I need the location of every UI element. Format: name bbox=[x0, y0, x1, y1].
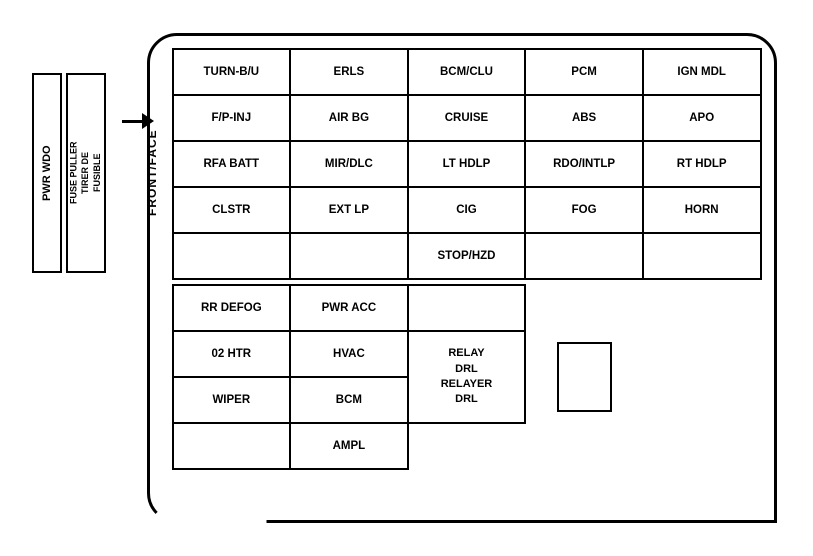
diagram-container: PWR WDO FUSE PULLERTIRER DEFUSIBLE FRONT… bbox=[17, 13, 797, 543]
table-row: RR DEFOG PWR ACC bbox=[173, 285, 761, 331]
cell-pwr-acc: PWR ACC bbox=[290, 285, 408, 331]
cell-stop-hzd: STOP/HZD bbox=[408, 233, 526, 279]
cell-bcm: BCM bbox=[290, 377, 408, 423]
small-fuse-box bbox=[557, 342, 612, 412]
cell-02-htr: 02 HTR bbox=[173, 331, 291, 377]
cell-fp-inj: F/P-INJ bbox=[173, 95, 291, 141]
cell-apo: APO bbox=[643, 95, 761, 141]
cell-empty-5 bbox=[408, 285, 526, 331]
cell-empty-9 bbox=[643, 377, 761, 423]
cell-horn: HORN bbox=[643, 187, 761, 233]
cell-rdo-intlp: RDO/INTLP bbox=[525, 141, 643, 187]
table-row: F/P-INJ AIR BG CRUISE ABS APO bbox=[173, 95, 761, 141]
cell-rr-defog: RR DEFOG bbox=[173, 285, 291, 331]
cell-mir-dlc: MIR/DLC bbox=[290, 141, 408, 187]
cell-turn-bu: TURN-B/U bbox=[173, 49, 291, 95]
cell-ign-mdl: IGN MDL bbox=[643, 49, 761, 95]
cell-empty-11 bbox=[408, 423, 761, 469]
cell-empty-2 bbox=[290, 233, 408, 279]
fuse-puller-box: FUSE PULLERTIRER DEFUSIBLE bbox=[66, 73, 106, 273]
cell-rfa-batt: RFA BATT bbox=[173, 141, 291, 187]
arrow-shaft bbox=[122, 120, 142, 123]
cell-empty-3 bbox=[525, 233, 643, 279]
cell-empty-6 bbox=[525, 285, 643, 331]
fuse-table: TURN-B/U ERLS BCM/CLU PCM IGN MDL F/P-IN… bbox=[172, 48, 762, 470]
cell-empty-10 bbox=[173, 423, 291, 469]
cell-empty-7 bbox=[643, 285, 761, 331]
table-row: AMPL bbox=[173, 423, 761, 469]
cell-air-bg: AIR BG bbox=[290, 95, 408, 141]
cell-empty-4 bbox=[643, 233, 761, 279]
cell-small-box bbox=[525, 331, 643, 423]
cell-ampl: AMPL bbox=[290, 423, 408, 469]
cell-fog: FOG bbox=[525, 187, 643, 233]
relay-drl-box: RELAYDRLRELAYERDRL bbox=[409, 332, 525, 422]
table-row: 02 HTR HVAC RELAYDRLRELAYERDRL bbox=[173, 331, 761, 377]
cell-clstr: CLSTR bbox=[173, 187, 291, 233]
table-row: CLSTR EXT LP CIG FOG HORN bbox=[173, 187, 761, 233]
cell-cruise: CRUISE bbox=[408, 95, 526, 141]
cell-rt-hdlp: RT HDLP bbox=[643, 141, 761, 187]
cell-empty-8 bbox=[643, 331, 761, 377]
cell-pcm: PCM bbox=[525, 49, 643, 95]
cell-cig: CIG bbox=[408, 187, 526, 233]
cell-relay-drl: RELAYDRLRELAYERDRL bbox=[408, 331, 526, 423]
cell-ext-lp: EXT LP bbox=[290, 187, 408, 233]
cell-lt-hdlp: LT HDLP bbox=[408, 141, 526, 187]
table-row: RFA BATT MIR/DLC LT HDLP RDO/INTLP RT HD… bbox=[173, 141, 761, 187]
left-labels: PWR WDO FUSE PULLERTIRER DEFUSIBLE bbox=[32, 73, 106, 273]
fuse-grid: TURN-B/U ERLS BCM/CLU PCM IGN MDL F/P-IN… bbox=[172, 48, 762, 470]
pwr-wdo-box: PWR WDO bbox=[32, 73, 62, 273]
table-row: TURN-B/U ERLS BCM/CLU PCM IGN MDL bbox=[173, 49, 761, 95]
cell-erls: ERLS bbox=[290, 49, 408, 95]
table-row: STOP/HZD bbox=[173, 233, 761, 279]
cell-hvac: HVAC bbox=[290, 331, 408, 377]
cell-empty-1 bbox=[173, 233, 291, 279]
cell-wiper: WIPER bbox=[173, 377, 291, 423]
cell-bcm-clu: BCM/CLU bbox=[408, 49, 526, 95]
cell-abs: ABS bbox=[525, 95, 643, 141]
front-face-label: FRONT/FACE bbox=[145, 73, 159, 273]
